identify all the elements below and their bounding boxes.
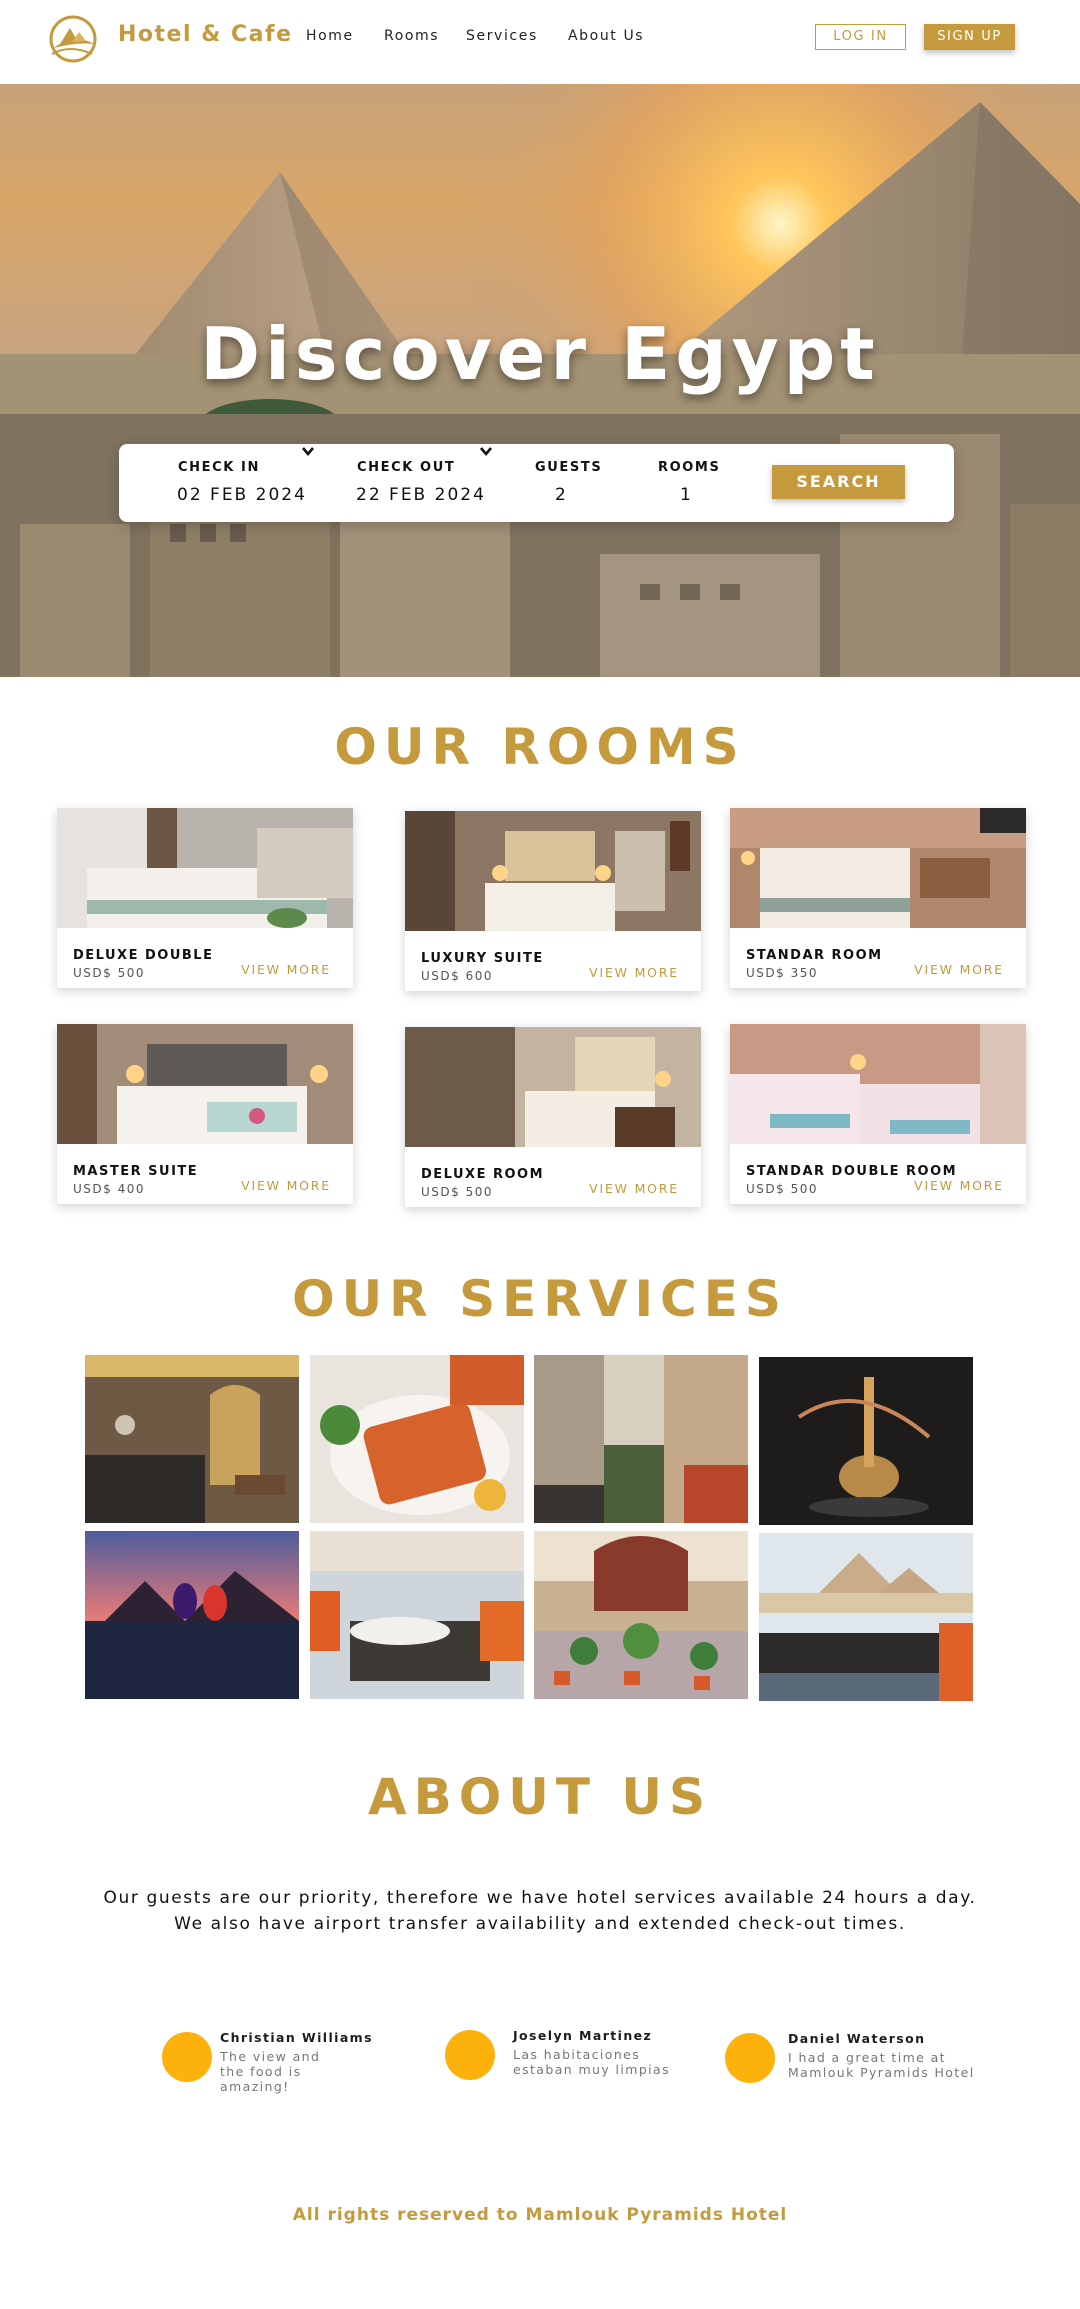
service-photo-courtyard[interactable] xyxy=(534,1355,748,1523)
service-photo-lobby[interactable] xyxy=(85,1355,299,1523)
room-name: STANDAR DOUBLE ROOM xyxy=(746,1164,958,1179)
about-line-2: We also have airport transfer availabili… xyxy=(174,1914,906,1934)
room-price: USD$ 500 xyxy=(73,966,145,980)
review-text: Las habitaciones estaban muy limpias xyxy=(513,2047,671,2077)
room-name: MASTER SUITE xyxy=(73,1164,199,1179)
room-card[interactable]: STANDAR ROOM USD$ 350 VIEW MORE xyxy=(730,808,1026,988)
login-button[interactable]: LOG IN xyxy=(815,24,906,50)
room-name: LUXURY SUITE xyxy=(421,951,544,966)
view-more-link[interactable]: VIEW MORE xyxy=(241,1178,331,1193)
room-price: USD$ 350 xyxy=(746,966,818,980)
view-more-link[interactable]: VIEW MORE xyxy=(589,965,679,980)
footer-copyright: All rights reserved to Mamlouk Pyramids … xyxy=(292,2205,788,2225)
rooms-section-title: OUR ROOMS xyxy=(334,718,746,776)
chevron-down-icon[interactable] xyxy=(301,444,315,458)
search-button[interactable]: SEARCH xyxy=(772,465,905,499)
avatar xyxy=(445,2030,495,2080)
review-text: The view and the food is amazing! xyxy=(220,2049,321,2094)
guests-label: GUESTS xyxy=(535,460,603,475)
rooms-label: ROOMS xyxy=(658,460,721,475)
view-more-link[interactable]: VIEW MORE xyxy=(914,962,1004,977)
service-photo-food[interactable] xyxy=(310,1355,524,1523)
room-price: USD$ 500 xyxy=(746,1182,818,1196)
room-price: USD$ 500 xyxy=(421,1185,493,1199)
view-more-link[interactable]: VIEW MORE xyxy=(589,1181,679,1196)
reviewer-name: Joselyn Martinez xyxy=(513,2028,653,2043)
nav-link-rooms[interactable]: Rooms xyxy=(384,28,439,44)
room-photo xyxy=(405,811,701,931)
room-name: DELUXE DOUBLE xyxy=(73,948,214,963)
room-name: STANDAR ROOM xyxy=(746,948,883,963)
check-out-label: CHECK OUT xyxy=(357,460,456,475)
service-photo-rooftop-dining[interactable] xyxy=(310,1531,524,1699)
reviewer-name: Christian Williams xyxy=(220,2030,373,2045)
view-more-link[interactable]: VIEW MORE xyxy=(914,1178,1004,1193)
room-card[interactable]: DELUXE ROOM USD$ 500 VIEW MORE xyxy=(405,1027,701,1207)
room-price: USD$ 400 xyxy=(73,1182,145,1196)
room-card[interactable]: LUXURY SUITE USD$ 600 VIEW MORE xyxy=(405,811,701,991)
signup-button[interactable]: SIGN UP xyxy=(924,24,1015,50)
nav-link-about[interactable]: About Us xyxy=(568,28,644,44)
rooms-value[interactable]: 1 xyxy=(680,485,693,505)
chevron-down-icon[interactable] xyxy=(479,444,493,458)
hero-title: Discover Egypt xyxy=(200,312,880,396)
view-more-link[interactable]: VIEW MORE xyxy=(241,962,331,977)
room-name: DELUXE ROOM xyxy=(421,1167,545,1182)
about-section-title: ABOUT US xyxy=(367,1768,713,1826)
about-description: Our guests are our priority, therefore w… xyxy=(0,1885,1080,1937)
pyramid-logo-icon[interactable] xyxy=(46,14,100,64)
room-photo xyxy=(730,1024,1026,1144)
check-in-value[interactable]: 02 FEB 2024 xyxy=(177,485,307,505)
check-in-label: CHECK IN xyxy=(178,460,260,475)
avatar xyxy=(725,2033,775,2083)
booking-search-bar: CHECK IN 02 FEB 2024 CHECK OUT 22 FEB 20… xyxy=(119,444,954,522)
top-navbar: Hotel & Cafe Home Rooms Services About U… xyxy=(0,0,1080,84)
room-photo xyxy=(405,1027,701,1147)
room-photo xyxy=(57,808,353,928)
services-section-title: OUR SERVICES xyxy=(292,1270,788,1328)
nav-link-home[interactable]: Home xyxy=(306,28,354,44)
brand-name[interactable]: Hotel & Cafe xyxy=(118,22,293,47)
room-card[interactable]: DELUXE DOUBLE USD$ 500 VIEW MORE xyxy=(57,808,353,988)
nav-link-services[interactable]: Services xyxy=(466,28,538,44)
about-line-1: Our guests are our priority, therefore w… xyxy=(103,1888,977,1908)
room-photo xyxy=(730,808,1026,928)
reviewer-name: Daniel Waterson xyxy=(788,2031,926,2046)
room-price: USD$ 600 xyxy=(421,969,493,983)
service-photo-pyramid-view[interactable] xyxy=(85,1531,299,1699)
room-card[interactable]: MASTER SUITE USD$ 400 VIEW MORE xyxy=(57,1024,353,1204)
hero-banner: Discover Egypt CHECK IN 02 FEB 2024 CHEC… xyxy=(0,84,1080,677)
service-photo-terrace[interactable] xyxy=(759,1533,973,1701)
check-out-value[interactable]: 22 FEB 2024 xyxy=(356,485,486,505)
review-text: I had a great time at Mamlouk Pyramids H… xyxy=(788,2050,975,2080)
room-card[interactable]: STANDAR DOUBLE ROOM USD$ 500 VIEW MORE xyxy=(730,1024,1026,1204)
avatar xyxy=(162,2032,212,2082)
guests-value[interactable]: 2 xyxy=(555,485,568,505)
service-photo-garden[interactable] xyxy=(534,1531,748,1699)
room-photo xyxy=(57,1024,353,1144)
service-photo-shisha[interactable] xyxy=(759,1357,973,1525)
